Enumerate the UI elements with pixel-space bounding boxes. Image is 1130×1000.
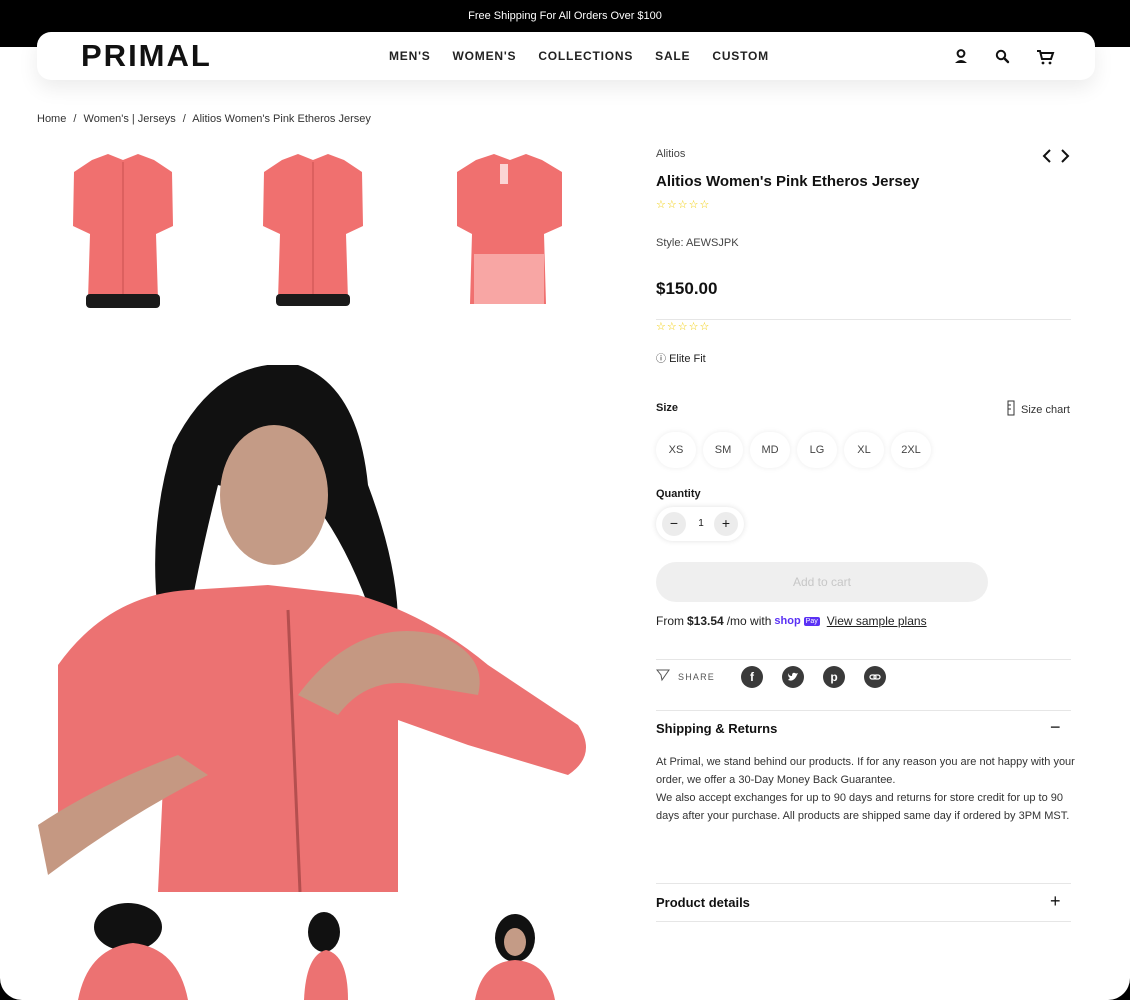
add-to-cart-button[interactable]: Add to cart: [656, 562, 988, 602]
fit-info: ⓘ Elite Fit: [656, 350, 706, 365]
nav-custom[interactable]: CUSTOM: [712, 49, 769, 63]
size-options: XS SM MD LG XL 2XL: [656, 432, 931, 468]
pinterest-icon[interactable]: p: [823, 666, 846, 688]
product-style: Style: AEWSJPK: [656, 237, 739, 249]
breadcrumb-separator: /: [73, 113, 77, 125]
installment-info: From $13.54 /mo with shop Pay View sampl…: [656, 614, 927, 628]
breadcrumb-home[interactable]: Home: [37, 113, 66, 125]
size-option[interactable]: XL: [844, 432, 884, 468]
share-label: SHARE: [678, 672, 716, 682]
installment-prefix: From: [656, 614, 684, 628]
divider: [656, 921, 1071, 922]
main-product-photo[interactable]: [38, 364, 590, 893]
breadcrumb-category[interactable]: Women's | Jerseys: [84, 113, 176, 125]
size-option[interactable]: XS: [656, 432, 696, 468]
nav-collections[interactable]: COLLECTIONS: [538, 49, 633, 63]
site-header: PRIMAL MEN'S WOMEN'S COLLECTIONS SALE CU…: [37, 32, 1095, 80]
breadcrumb-current: Alitios Women's Pink Etheros Jersey: [192, 113, 371, 125]
decrease-quantity-button[interactable]: −: [662, 512, 686, 536]
product-price: $150.00: [656, 279, 718, 298]
expand-icon[interactable]: +: [1050, 891, 1061, 912]
quantity-stepper: − 1 +: [656, 507, 744, 541]
installment-amount: $13.54: [687, 614, 724, 628]
product-title: Alitios Women's Pink Etheros Jersey: [656, 173, 920, 190]
breadcrumb-separator: /: [182, 113, 186, 125]
shop-pay-logo: shop: [774, 615, 801, 627]
thumbnail-side-model[interactable]: [296, 910, 356, 1000]
product-brand[interactable]: Alitios: [656, 148, 685, 160]
brand-logo[interactable]: PRIMAL: [81, 40, 212, 71]
link-icon[interactable]: [864, 666, 887, 688]
thumbnail-back[interactable]: [452, 154, 567, 314]
fit-label: Elite Fit: [669, 353, 706, 365]
breadcrumb: Home / Women's | Jerseys / Alitios Women…: [37, 113, 375, 125]
chevron-left-icon[interactable]: [1040, 147, 1054, 165]
quantity-label: Quantity: [656, 488, 701, 500]
rating-stars[interactable]: ☆☆☆☆☆: [656, 198, 710, 211]
size-chart-label: Size chart: [1021, 403, 1070, 416]
installment-suffix: /mo with: [726, 614, 772, 628]
nav-sale[interactable]: SALE: [655, 49, 690, 63]
thumbnail-front-model[interactable]: [470, 914, 560, 1000]
product-pagination: [1040, 147, 1072, 165]
chevron-right-icon[interactable]: [1058, 147, 1072, 165]
share-bar: SHARE f p: [655, 666, 905, 688]
size-option[interactable]: LG: [797, 432, 837, 468]
size-chart-link[interactable]: Size chart: [1007, 400, 1070, 419]
divider: [656, 319, 1071, 320]
quantity-value[interactable]: 1: [696, 518, 706, 529]
product-details-header[interactable]: Product details: [656, 895, 750, 910]
shipping-returns-content: At Primal, we stand behind our products.…: [656, 753, 1076, 825]
divider: [656, 710, 1071, 711]
divider: [656, 883, 1071, 884]
cart-icon[interactable]: [1035, 47, 1055, 67]
shipping-paragraph: At Primal, we stand behind our products.…: [656, 756, 1075, 786]
divider: [656, 659, 1071, 660]
account-icon[interactable]: [951, 47, 971, 67]
view-sample-plans-link[interactable]: View sample plans: [827, 614, 927, 628]
collapse-icon[interactable]: −: [1050, 717, 1061, 738]
info-icon: ⓘ: [656, 354, 666, 365]
share-icon: [655, 668, 670, 687]
main-nav: MEN'S WOMEN'S COLLECTIONS SALE CUSTOM: [389, 49, 769, 63]
search-icon[interactable]: [993, 47, 1013, 67]
size-option[interactable]: 2XL: [891, 432, 931, 468]
thumbnail-front[interactable]: [68, 154, 178, 314]
rating-stars-secondary[interactable]: ☆☆☆☆☆: [656, 320, 710, 333]
ruler-icon: [1007, 400, 1015, 419]
thumbnail-back-model[interactable]: [78, 903, 188, 1000]
facebook-icon[interactable]: f: [741, 666, 764, 688]
nav-womens[interactable]: WOMEN'S: [453, 49, 517, 63]
twitter-icon[interactable]: [782, 666, 805, 688]
size-label: Size: [656, 402, 679, 414]
increase-quantity-button[interactable]: +: [714, 512, 738, 536]
shop-pay-badge: Pay: [803, 616, 820, 626]
nav-mens[interactable]: MEN'S: [389, 49, 431, 63]
header-actions: [951, 47, 1055, 67]
product-page: Free Shipping For All Orders Over $100 P…: [0, 0, 1130, 1000]
returns-paragraph: We also accept exchanges for up to 90 da…: [656, 792, 1070, 822]
shipping-returns-header[interactable]: Shipping & Returns: [656, 721, 777, 736]
size-option[interactable]: MD: [750, 432, 790, 468]
thumbnail-front-alt[interactable]: [258, 154, 368, 314]
size-option[interactable]: SM: [703, 432, 743, 468]
